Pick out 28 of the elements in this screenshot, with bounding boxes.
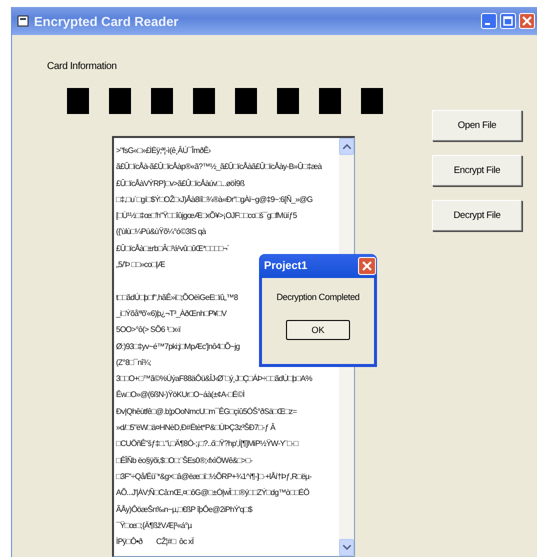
text-line: □CUÖñÊ"šƒ‡□."i,□Ä¶8Ó-;¡□?..ő□Ÿ?hp',Í[¶]MiP½ŸW-Y¨□-□	[116, 438, 298, 450]
dialog-title: Project1	[264, 260, 308, 272]
text-line: □ÊÎÑb ëo§ÿõi,$□O□:¨ŠEs0®;‹fxìÖWê&□>□-	[116, 454, 252, 467]
text-line: _i□Ýõå'ªõ'«6)þ¿¬T³_ÀðŒnh□P¥□V	[116, 308, 226, 320]
text-line: ÌPÿ□Ô•ð CŽ¦#□ ôc xÏ	[116, 536, 194, 548]
text-line: Êw□O»@(6ßN-)ŸöKUr□O~áà(±¢A-□É©Ì	[116, 389, 244, 402]
text-line: >"fsG«□»£ÌÈÿ;ª¦-ì(ê¸ÂÚ¯ÎmðÊ›	[116, 145, 210, 157]
text-line: £Û□ïcÅà□±rb□Â□³á¹vû□ûŒ*□□□□¬´	[116, 242, 230, 255]
text-line: „5/'Þ □□»co□|Æ	[116, 259, 165, 272]
text-line: t□□ãdÚ□þ□f",hãÊ»ï□;ÕOëìGeE□ïû„™8	[116, 292, 238, 304]
text-line: 5OO>°ô(> SÕ6 ¹□x‹ï	[116, 324, 180, 336]
text-line: £Û□ïcÅàVÝRP}□v>ã£Û□ïcÅàúv□...øöÌ9ß	[116, 178, 244, 190]
text-line: ã£Û□ïcÅà-ã£Û□ïcÅàp®«ã?™½_ã£Û□ïcÅàã£Û□ïcÅày-B»Û□‡æà	[116, 161, 322, 174]
text-line: [□Ù¹½□‡œ□'h"Ÿ□□îûjgœÆ□xÕ¥>¡OJF□□co□š¯g□fMüíƒ5	[116, 210, 297, 222]
text-line: ({'ùlù□¼Pú&ùŸõ¼°ó©3IS qà	[116, 226, 206, 238]
text-line: Ðv|Qhêùtfê□@.b¦pOoNmcU□m¯ÊG□çíû5ÓŠ°ðSä□Œ□z=	[116, 406, 297, 418]
text-line: (Z°8□¯nî¾;	[116, 356, 152, 369]
card-information-label: Card Information	[47, 61, 118, 72]
text-line: □‡,□u´□gí□$Ý□OŽ□‹J)Åà8ïî□¾®à«Ðr"□gÀï~g@‡9~:6[Ñ_»@G	[116, 194, 312, 206]
text-line: ÃÅy)ÔöæŠn‰n~µ,□€ßP îþÔe@2iPhÝ'q□$	[116, 504, 252, 516]
dialog-message: Decryption Completed	[276, 292, 360, 302]
text-line: ¯Ÿ□œ□;{Ä¶ßžVÆ|³«á°µ	[116, 520, 192, 532]
text-line: □3F"÷Qå/Ëü¨*&g×□â@ëæ□í□½ÕRP+¾1^í¶-]□·+lÅí†Þƒ,R□ëµ-	[116, 470, 312, 483]
text-line: AÕ...J'|ÀV;Ñ□Câ:nŒ,¤□ôG@□±Ó|wÎ□□®ý□□ZÝ□dg™ò□□ÉÖ	[116, 487, 310, 500]
text-line: 3□□O+□™ã©%ÚýaF88äÔü&ÎJ‹Ø¨□ý¸J□Ç□ÁÞ÷□□ãdÚ□þ□A%	[116, 373, 312, 386]
window-title: Encrypted Card Reader	[34, 14, 178, 28]
text-line: Ø:)93□‡yv~é™7pki;j□MpÆc']nô4□Õ~jg	[116, 340, 240, 353]
text-line: »d/□5"ëW□ä¤HNèD,Ð#Ëtèt*P&□ÙÞÇ3z³ŠÐ7□-ƒ Â	[116, 422, 276, 434]
